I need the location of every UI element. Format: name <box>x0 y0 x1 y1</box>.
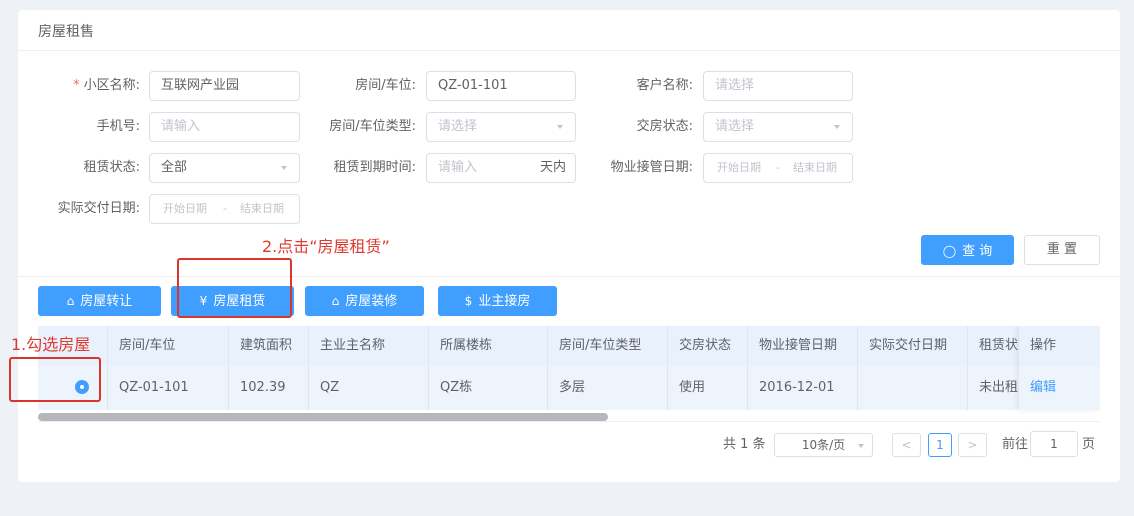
takeover-date-label: 物业接管日期: <box>610 160 693 175</box>
column-header: 操作 <box>1019 326 1100 366</box>
room-label: 房间/车位: <box>355 78 416 93</box>
delivery-status-placeholder: 请选择 <box>715 119 755 134</box>
house-table: 房间/车位 建筑面积 主业主名称 所属楼栋 房间/车位类型 交房状态 物业接管日… <box>38 326 1100 421</box>
actual-delivery-range[interactable]: 开始日期 - 结束日期 <box>149 194 300 224</box>
column-header: 实际交付日期 <box>858 326 968 366</box>
house-icon: ⌂ <box>66 294 75 308</box>
column-header: 主业主名称 <box>309 326 429 366</box>
rental-card: 房屋租售 * 小区名称: 互联网产业园 房间/车位: QZ-01-101 客户名称… <box>18 10 1120 482</box>
lease-expire-label: 租赁到期时间: <box>333 160 416 175</box>
cell-room: QZ-01-101 <box>108 366 229 410</box>
annotation-step2: 2.点击“房屋租赁” <box>262 237 390 256</box>
page-suffix: 页 <box>1082 437 1096 452</box>
annotation-box-select <box>9 357 101 402</box>
lease-expire-suffix: 天内 <box>539 160 566 175</box>
prev-page-button[interactable]: < <box>892 433 921 457</box>
pagination-total: 共 1 条 <box>723 437 766 452</box>
lease-expire-placeholder: 请输入 <box>438 160 478 175</box>
cell-delivery: 使用 <box>668 366 748 410</box>
next-page-button[interactable]: > <box>958 433 987 457</box>
annotation-step1: 1.勾选房屋 <box>11 335 91 354</box>
search-icon: ◯ <box>942 244 957 258</box>
chevron-down-icon <box>834 125 840 129</box>
house-icon: ⌂ <box>331 294 340 308</box>
range-end: 结束日期 <box>240 202 284 215</box>
takeover-date-range[interactable]: 开始日期 - 结束日期 <box>703 153 853 183</box>
edit-link[interactable]: 编辑 <box>1030 366 1056 410</box>
cell-building: QZ栋 <box>429 366 548 410</box>
range-start: 开始日期 <box>717 161 761 174</box>
actual-delivery-label: 实际交付日期: <box>57 201 140 216</box>
range-separator: - <box>223 202 227 215</box>
operation-column: 操作 编辑 <box>1019 326 1100 410</box>
range-separator: - <box>776 161 780 174</box>
column-header: 建筑面积 <box>229 326 309 366</box>
title-divider <box>18 50 1120 51</box>
page-size-value: 10条/页 <box>801 438 846 452</box>
table-row[interactable]: QZ-01-101 102.39 QZ QZ栋 多层 使用 2016-12-01… <box>38 366 1100 410</box>
delivery-status-select[interactable]: 请选择 <box>703 112 853 142</box>
column-header: 交房状态 <box>668 326 748 366</box>
room-type-select[interactable]: 请选择 <box>426 112 576 142</box>
query-button[interactable]: ◯ 查 询 <box>921 235 1014 265</box>
reset-button[interactable]: 重 置 <box>1024 235 1100 265</box>
customer-label: 客户名称: <box>636 78 693 93</box>
cell-actual <box>858 366 968 410</box>
house-decorate-button[interactable]: ⌂ 房屋装修 <box>305 286 424 316</box>
page-size-select[interactable]: 10条/页 <box>774 433 873 457</box>
lease-status-label: 租赁状态: <box>83 160 140 175</box>
owner-takeover-button[interactable]: $ 业主接房 <box>438 286 557 316</box>
dollar-icon: $ <box>464 294 473 308</box>
delivery-status-label: 交房状态: <box>636 119 693 134</box>
house-transfer-button[interactable]: ⌂ 房屋转让 <box>38 286 161 316</box>
lease-status-value: 全部 <box>161 160 188 175</box>
page-number-current[interactable]: 1 <box>928 433 952 457</box>
cell-owner: QZ <box>309 366 429 410</box>
phone-input[interactable]: 请输入 <box>149 112 300 142</box>
page-title: 房屋租售 <box>38 24 94 40</box>
range-end: 结束日期 <box>793 161 837 174</box>
phone-label: 手机号: <box>96 119 140 134</box>
room-type-placeholder: 请选择 <box>438 119 478 134</box>
range-start: 开始日期 <box>163 202 207 215</box>
customer-select[interactable]: 请选择 <box>703 71 853 101</box>
table-header: 房间/车位 建筑面积 主业主名称 所属楼栋 房间/车位类型 交房状态 物业接管日… <box>38 326 1100 366</box>
lease-expire-input[interactable]: 请输入 天内 <box>426 153 576 183</box>
annotation-box-lease <box>177 258 292 318</box>
cell-area: 102.39 <box>229 366 309 410</box>
lease-status-select[interactable]: 全部 <box>149 153 300 183</box>
room-type-label: 房间/车位类型: <box>329 119 416 134</box>
column-header: 所属楼栋 <box>429 326 548 366</box>
table-bottom-border <box>38 421 1100 422</box>
chevron-down-icon <box>858 444 864 448</box>
cell-type: 多层 <box>548 366 668 410</box>
community-input[interactable]: 互联网产业园 <box>149 71 300 101</box>
column-header: 房间/车位 <box>108 326 229 366</box>
goto-page-input[interactable]: 1 <box>1030 431 1078 457</box>
goto-label: 前往 <box>1002 437 1029 452</box>
scrollbar-thumb[interactable] <box>38 413 608 421</box>
chevron-down-icon <box>557 125 563 129</box>
chevron-down-icon <box>281 166 287 170</box>
column-header: 房间/车位类型 <box>548 326 668 366</box>
room-input[interactable]: QZ-01-101 <box>426 71 576 101</box>
community-label: * 小区名称: <box>73 78 140 93</box>
cell-takeover: 2016-12-01 <box>748 366 858 410</box>
column-header: 物业接管日期 <box>748 326 858 366</box>
